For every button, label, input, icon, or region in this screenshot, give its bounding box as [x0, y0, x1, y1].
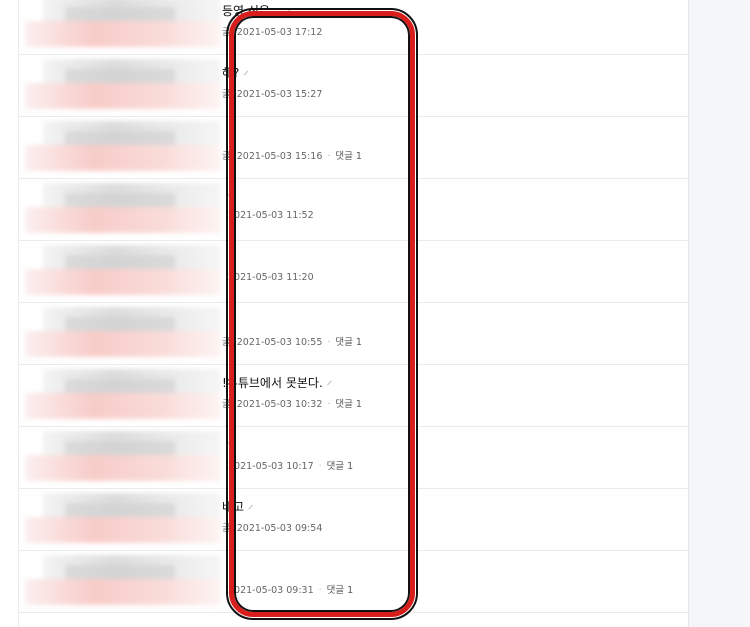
post-date: 2021-05-03 10:17 [228, 461, 314, 472]
post-thumbnail[interactable] [25, 431, 221, 483]
comment-count: 댓글 1 [335, 151, 362, 162]
list-item[interactable]: 글 2021-05-03 10:55 · 댓글 1 [19, 303, 688, 365]
post-thumbnail[interactable] [25, 59, 221, 111]
comment-count: 댓글 1 [326, 585, 354, 596]
post-title[interactable]: 𝄍 [222, 188, 231, 203]
list-item[interactable]: 해? 𝄍 글 2021-05-03 15:27 [19, 55, 688, 117]
paperclip-icon: 𝄍 [248, 501, 254, 514]
list-item[interactable]: 2021-05-03 09:31 · 댓글 1 [19, 551, 688, 613]
post-title[interactable]: 해? 𝄍 [222, 64, 249, 81]
list-item[interactable]: 𝄍 2021-05-03 11:52 [19, 179, 688, 241]
post-date: 2021-05-03 11:52 [228, 210, 314, 221]
post-thumbnail[interactable] [25, 369, 221, 421]
post-meta: 글 2021-05-03 10:32 · 댓글 1 [222, 399, 362, 410]
list-item[interactable]: 등영 신은… 𝄍 글 2021-05-03 17:12 [19, 0, 688, 55]
comment-count: 댓글 1 [335, 337, 362, 348]
list-item[interactable]: 배고 𝄍 글 2021-05-03 09:54 [19, 489, 688, 551]
post-meta: 2021-05-03 11:20 [222, 272, 314, 283]
post-meta: 글 2021-05-03 09:54 [222, 523, 323, 534]
post-meta: 2021-05-03 09:31 · 댓글 1 [228, 585, 354, 596]
post-meta: 글 2021-05-03 15:16 · 댓글 1 [222, 151, 362, 162]
post-title[interactable]: 등영 신은… 𝄍 [222, 2, 291, 19]
post-thumbnail[interactable] [25, 493, 221, 545]
post-thumbnail[interactable] [25, 245, 221, 297]
post-thumbnail[interactable] [25, 121, 221, 173]
comment-count: 댓글 1 [335, 399, 362, 410]
paperclip-icon: 𝄍 [226, 437, 232, 450]
post-date: 2021-05-03 09:31 [228, 585, 314, 596]
paperclip-icon: 𝄍 [243, 67, 249, 80]
paperclip-icon: 𝄍 [226, 189, 232, 202]
post-thumbnail[interactable] [25, 307, 221, 359]
list-item[interactable]: !유튜브에서 못본다. 𝄍 글 2021-05-03 10:32 · 댓글 1 [19, 365, 688, 427]
post-thumbnail[interactable] [25, 555, 221, 607]
post-title[interactable]: !유튜브에서 못본다. 𝄍 [222, 374, 332, 391]
post-date: 2021-05-03 15:16 [236, 151, 323, 162]
comment-count: 댓글 1 [326, 461, 354, 472]
post-title[interactable]: 배고 𝄍 [222, 498, 253, 515]
post-date: 2021-05-03 09:54 [236, 523, 323, 534]
post-thumbnail[interactable] [25, 0, 221, 49]
post-list: 등영 신은… 𝄍 글 2021-05-03 17:12 해? 𝄍 글 2021-05-0… [19, 0, 688, 627]
right-gutter [688, 0, 750, 627]
list-item[interactable]: 글 2021-05-03 15:16 · 댓글 1 [19, 117, 688, 179]
list-item[interactable]: 2021-05-03 11:20 [19, 241, 688, 303]
post-date: 2021-05-03 15:27 [236, 89, 323, 100]
paperclip-icon: 𝄍 [326, 377, 333, 390]
list-item[interactable]: 𝄍 2021-05-03 10:17 · 댓글 1 [19, 427, 688, 489]
post-meta: 글 2021-05-03 15:27 [222, 89, 323, 100]
post-meta: 2021-05-03 10:17 · 댓글 1 [228, 461, 354, 472]
post-meta: 글 2021-05-03 17:12 [222, 27, 323, 38]
post-meta: 2021-05-03 11:52 [222, 210, 314, 221]
post-title[interactable]: 𝄍 [222, 436, 231, 451]
paperclip-icon: 𝄍 [285, 5, 292, 18]
post-date: 2021-05-03 11:20 [228, 272, 314, 283]
post-date: 2021-05-03 17:12 [236, 27, 323, 38]
post-date: 2021-05-03 10:55 [236, 337, 323, 348]
post-thumbnail[interactable] [25, 183, 221, 235]
post-date: 2021-05-03 10:32 [236, 399, 323, 410]
post-meta: 글 2021-05-03 10:55 · 댓글 1 [222, 337, 362, 348]
